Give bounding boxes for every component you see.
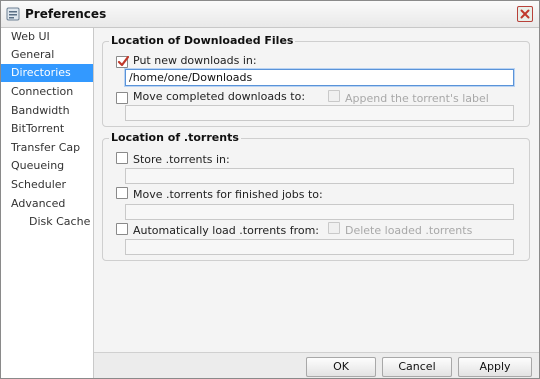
window-title: Preferences: [25, 7, 107, 21]
cancel-button[interactable]: Cancel: [382, 357, 452, 377]
ok-button[interactable]: OK: [306, 357, 376, 377]
sidebar-item-web-ui[interactable]: Web UI: [1, 28, 93, 46]
auto-load-checkbox[interactable]: [116, 223, 128, 235]
put-new-downloads-path-input[interactable]: [125, 69, 514, 86]
sidebar-item-scheduler[interactable]: Scheduler: [1, 176, 93, 194]
append-label-label: Append the torrent's label: [345, 92, 489, 105]
sidebar-item-disk-cache[interactable]: Disk Cache: [1, 213, 93, 231]
delete-loaded-checkbox[interactable]: [328, 222, 340, 234]
auto-load-label: Automatically load .torrents from:: [133, 224, 320, 237]
preferences-app-icon: [6, 7, 20, 21]
torrents-location-group: Location of .torrents Store .torrents in…: [102, 131, 530, 261]
sidebar-item-bandwidth[interactable]: Bandwidth: [1, 102, 93, 120]
auto-load-path-input[interactable]: [125, 239, 514, 255]
sidebar-item-general[interactable]: General: [1, 46, 93, 64]
sidebar-nav: Web UI General Directories Connection Ba…: [1, 28, 94, 378]
directories-panel: Location of Downloaded Files Put new dow…: [94, 28, 539, 352]
sidebar-item-queueing[interactable]: Queueing: [1, 157, 93, 175]
store-torrents-path-input[interactable]: [125, 168, 514, 184]
delete-loaded-label: Delete loaded .torrents: [345, 224, 473, 237]
close-icon[interactable]: [517, 6, 533, 22]
store-torrents-checkbox[interactable]: [116, 152, 128, 164]
downloaded-files-legend: Location of Downloaded Files: [109, 34, 296, 47]
move-finished-checkbox[interactable]: [116, 187, 128, 199]
dialog-footer: OK Cancel Apply: [94, 352, 539, 378]
torrents-location-legend: Location of .torrents: [109, 131, 241, 144]
sidebar-item-bittorrent[interactable]: BitTorrent: [1, 120, 93, 138]
preferences-window: Preferences Web UI General Directories C…: [0, 0, 540, 379]
move-completed-checkbox[interactable]: [116, 92, 128, 104]
move-completed-label: Move completed downloads to:: [133, 90, 306, 103]
downloaded-files-group: Location of Downloaded Files Put new dow…: [102, 34, 530, 127]
sidebar-item-connection[interactable]: Connection: [1, 83, 93, 101]
put-new-downloads-label: Put new downloads in:: [133, 54, 257, 67]
append-label-checkbox[interactable]: [328, 90, 340, 102]
sidebar-item-transfer-cap[interactable]: Transfer Cap: [1, 139, 93, 157]
move-finished-label: Move .torrents for finished jobs to:: [133, 188, 323, 201]
sidebar-item-directories[interactable]: Directories: [1, 64, 93, 82]
move-completed-path-input[interactable]: [125, 105, 514, 121]
sidebar-item-advanced[interactable]: Advanced: [1, 195, 93, 213]
title-bar: Preferences: [1, 1, 539, 28]
put-new-downloads-checkbox[interactable]: [116, 56, 129, 68]
store-torrents-label: Store .torrents in:: [133, 153, 230, 166]
apply-button[interactable]: Apply: [458, 357, 532, 377]
move-finished-path-input[interactable]: [125, 204, 514, 220]
